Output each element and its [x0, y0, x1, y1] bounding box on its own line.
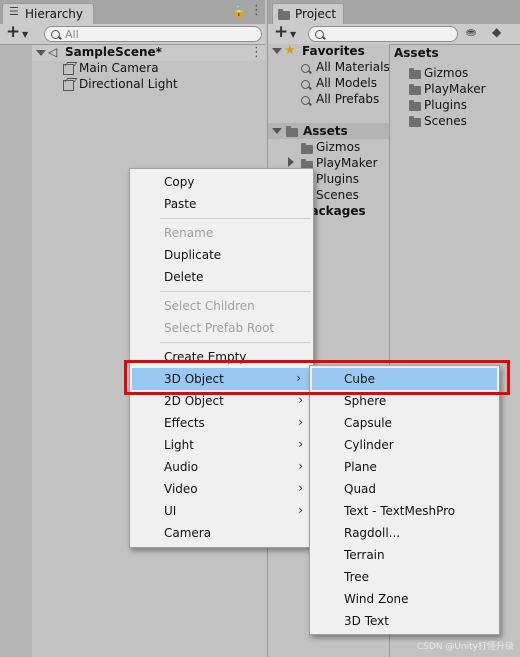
hierarchy-item-label: Main Camera — [79, 61, 159, 75]
gameobject-icon — [63, 80, 74, 91]
menu-item-video[interactable]: Video › — [130, 478, 313, 500]
submenu-item-tree[interactable]: Tree — [310, 566, 499, 588]
expand-arrow-icon[interactable] — [288, 157, 294, 167]
folder-icon — [301, 143, 313, 154]
favorite-item[interactable]: All Materials — [316, 60, 390, 74]
menu-item-copy[interactable]: Copy — [130, 171, 313, 193]
add-button[interactable]: + — [274, 22, 288, 42]
context-menu: Copy Paste Rename Duplicate Delete Selec… — [129, 168, 314, 548]
menu-item-select-prefab-root: Select Prefab Root — [164, 321, 275, 335]
hierarchy-gutter — [0, 45, 32, 657]
menu-item-select-children: Select Children — [164, 299, 255, 313]
tab-project-label: Project — [295, 7, 337, 21]
list-icon: ☰ — [9, 5, 19, 18]
tab-hierarchy[interactable]: ☰ Hierarchy — [2, 3, 94, 24]
annotation-highlight-box — [124, 360, 510, 395]
scene-row[interactable]: ◁ SampleScene* ⋮ — [32, 45, 265, 61]
expand-arrow-icon[interactable] — [272, 48, 282, 54]
star-icon: ★ — [284, 43, 296, 58]
assets-root-row[interactable]: Assets — [268, 123, 389, 139]
folder-icon — [409, 100, 421, 111]
hierarchy-item-label: Directional Light — [79, 77, 178, 91]
menu-item-delete[interactable]: Delete — [130, 266, 313, 288]
tab-hierarchy-label: Hierarchy — [25, 7, 84, 21]
lock-icon[interactable]: 🔒 — [232, 5, 246, 18]
menu-separator — [160, 342, 311, 343]
submenu-arrow-icon: › — [298, 459, 303, 473]
search-icon — [301, 64, 310, 73]
submenu-item-wind-zone[interactable]: Wind Zone — [310, 588, 499, 610]
add-dropdown-icon[interactable]: ▼ — [22, 30, 28, 39]
hierarchy-tabstrip: ☰ Hierarchy 🔒 ⋮ — [0, 0, 265, 25]
menu-item-paste[interactable]: Paste — [130, 193, 313, 215]
submenu-item-textmeshpro[interactable]: Text - TextMeshPro — [310, 500, 499, 522]
submenu-arrow-icon: › — [298, 481, 303, 495]
folder-icon — [286, 126, 298, 137]
project-tabstrip: Project — [268, 0, 520, 25]
favorites-title[interactable]: Favorites — [302, 44, 365, 58]
assets-title: Assets — [303, 124, 348, 138]
favorite-item[interactable]: All Prefabs — [316, 92, 379, 106]
submenu-item-3d-text[interactable]: 3D Text — [310, 610, 499, 632]
submenu-arrow-icon: › — [298, 437, 303, 451]
submenu-item-quad[interactable]: Quad — [310, 478, 499, 500]
asset-folder[interactable]: Scenes — [316, 188, 359, 202]
submenu-item-terrain[interactable]: Terrain — [310, 544, 499, 566]
search-icon — [51, 30, 60, 39]
menu-item-light[interactable]: Light › — [130, 434, 313, 456]
unity-scene-icon: ◁ — [48, 45, 58, 59]
watermark: CSDN @Unity打怪升级 — [416, 642, 514, 652]
search-icon — [301, 96, 310, 105]
folder-icon — [409, 116, 421, 127]
submenu-item-capsule[interactable]: Capsule — [310, 412, 499, 434]
asset-folder[interactable]: Gizmos — [316, 140, 360, 154]
menu-item-ui[interactable]: UI › — [130, 500, 313, 522]
scene-kebab-icon[interactable]: ⋮ — [250, 45, 263, 60]
add-dropdown-icon[interactable]: ▼ — [290, 30, 296, 39]
asset-item[interactable]: Scenes — [424, 114, 467, 128]
menu-item-audio[interactable]: Audio › — [130, 456, 313, 478]
scene-name: SampleScene* — [65, 45, 162, 59]
project-search-input[interactable] — [308, 26, 458, 42]
folder-icon — [409, 84, 421, 95]
hierarchy-item[interactable]: Main Camera — [32, 61, 265, 77]
favorite-item[interactable]: All Models — [316, 76, 377, 90]
asset-folder[interactable]: Plugins — [316, 172, 359, 186]
hierarchy-search-input[interactable]: All — [44, 26, 262, 42]
expand-arrow-icon[interactable] — [272, 128, 282, 134]
menu-item-camera[interactable]: Camera — [130, 522, 313, 544]
project-toolbar: + ▼ ⛂ ◆ — [268, 22, 520, 45]
expand-arrow-icon[interactable] — [36, 50, 46, 56]
asset-item[interactable]: PlayMaker — [424, 82, 486, 96]
add-button[interactable]: + — [6, 22, 20, 42]
search-placeholder: All — [65, 28, 79, 41]
menu-separator — [160, 218, 311, 219]
assets-breadcrumb[interactable]: Assets — [394, 46, 439, 60]
submenu-arrow-icon: › — [298, 503, 303, 517]
hierarchy-toolbar: + ▼ All — [0, 22, 265, 45]
menu-item-effects[interactable]: Effects › — [130, 412, 313, 434]
menu-separator — [160, 291, 311, 292]
filter-type-icon[interactable]: ⛂ — [466, 25, 476, 39]
search-icon — [315, 30, 324, 39]
folder-icon — [409, 68, 421, 79]
submenu-3d-object: Cube Sphere Capsule Cylinder Plane Quad … — [309, 365, 500, 635]
tab-project[interactable]: Project — [272, 3, 344, 24]
submenu-item-cylinder[interactable]: Cylinder — [310, 434, 499, 456]
submenu-arrow-icon: › — [298, 415, 303, 429]
label-tag-icon[interactable]: ◆ — [492, 25, 501, 39]
gameobject-icon — [63, 64, 74, 75]
search-icon — [301, 80, 310, 89]
asset-item[interactable]: Gizmos — [424, 66, 468, 80]
menu-item-rename: Rename — [164, 226, 214, 240]
kebab-menu-icon[interactable]: ⋮ — [250, 3, 263, 18]
asset-item[interactable]: Plugins — [424, 98, 467, 112]
hierarchy-item[interactable]: Directional Light — [32, 77, 265, 93]
submenu-arrow-icon: › — [298, 393, 303, 407]
menu-item-duplicate[interactable]: Duplicate — [130, 244, 313, 266]
submenu-item-ragdoll[interactable]: Ragdoll... — [310, 522, 499, 544]
asset-folder[interactable]: PlayMaker — [316, 156, 378, 170]
submenu-item-plane[interactable]: Plane — [310, 456, 499, 478]
